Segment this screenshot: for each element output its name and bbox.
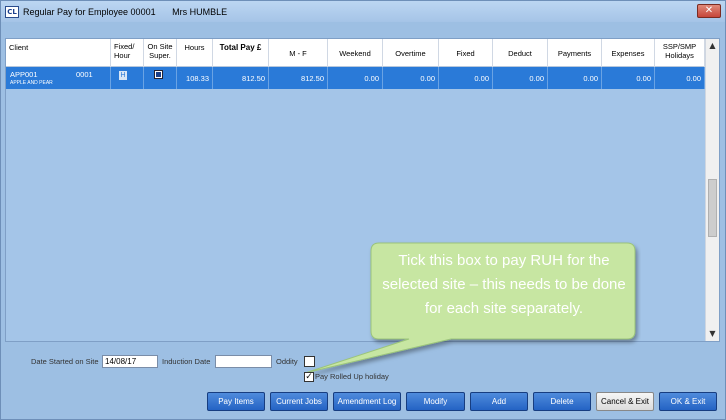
cell-m-f: 812.50 — [269, 67, 328, 89]
cell-overtime: 0.00 — [383, 67, 439, 89]
scroll-up-icon[interactable]: ▲ — [706, 39, 719, 53]
header-overtime[interactable]: Overtime — [383, 39, 439, 67]
title-bar[interactable]: CL Regular Pay for Employee 00001 Mrs HU… — [1, 1, 725, 22]
header-ssp-smp[interactable]: SSP/SMP Holidays — [655, 39, 705, 67]
modify-button[interactable]: Modify — [406, 392, 465, 411]
grid-header: Client Fixed/ Hour On Site Super. Hours … — [6, 39, 705, 67]
client-name: APPLE AND PEAR — [10, 80, 53, 86]
header-expenses[interactable]: Expenses — [602, 39, 655, 67]
date-started-field[interactable]: 14/08/17 — [102, 355, 158, 368]
date-started-label: Date Started on Site — [31, 357, 99, 366]
induction-date-label: Induction Date — [162, 357, 211, 366]
client-number: 0001 — [76, 70, 93, 79]
cell-payments: 0.00 — [548, 67, 602, 89]
callout-text: Tick this box to pay RUH for the selecte… — [382, 252, 626, 317]
employee-name: Mrs HUMBLE — [172, 6, 228, 17]
pay-items-button[interactable]: Pay Items — [207, 392, 265, 411]
cell-weekend: 0.00 — [328, 67, 383, 89]
cell-deduct: 0.00 — [493, 67, 548, 89]
header-total-pay[interactable]: Total Pay £ — [213, 39, 269, 67]
add-button[interactable]: Add — [470, 392, 528, 411]
table-row[interactable]: APP001 0001 APPLE AND PEAR H 108.33 812.… — [6, 67, 705, 89]
pay-rolled-up-holiday-checkbox[interactable]: ✓ — [304, 372, 314, 382]
header-m-f[interactable]: M - F — [269, 39, 328, 67]
header-weekend[interactable]: Weekend — [328, 39, 383, 67]
on-site-super-checkbox[interactable] — [154, 70, 163, 79]
regular-pay-window: CL Regular Pay for Employee 00001 Mrs HU… — [0, 0, 726, 420]
cell-ssp-smp: 0.00 — [655, 67, 705, 89]
header-deduct[interactable]: Deduct — [493, 39, 548, 67]
window-title-text: Regular Pay for Employee 00001 — [23, 6, 156, 17]
oddity-label: Oddity — [276, 357, 298, 366]
header-fixed[interactable]: Fixed — [439, 39, 493, 67]
cancel-exit-button[interactable]: Cancel & Exit — [596, 392, 654, 411]
cell-fixed: 0.00 — [439, 67, 493, 89]
header-fixed-hour[interactable]: Fixed/ Hour — [111, 39, 144, 67]
cell-on-site-super[interactable] — [144, 67, 177, 89]
header-client[interactable]: Client — [6, 39, 111, 67]
scroll-down-icon[interactable]: ▼ — [706, 327, 719, 341]
scroll-thumb[interactable] — [708, 179, 717, 237]
fixed-hour-value: H — [119, 71, 127, 80]
cell-total-pay: 812.50 — [213, 67, 269, 89]
delete-button[interactable]: Delete — [533, 392, 591, 411]
window-title: Regular Pay for Employee 00001 Mrs HUMBL… — [23, 7, 241, 17]
ok-exit-button[interactable]: OK & Exit — [659, 392, 717, 411]
client-code: APP001 — [10, 70, 38, 79]
app-logo-icon: CL — [5, 5, 19, 18]
header-hours[interactable]: Hours — [177, 39, 213, 67]
cell-expenses: 0.00 — [602, 67, 655, 89]
amendment-log-button[interactable]: Amendment Log — [333, 392, 401, 411]
header-on-site-super[interactable]: On Site Super. — [144, 39, 177, 67]
induction-date-field[interactable] — [215, 355, 272, 368]
pay-rolled-up-holiday-label: Pay Rolled Up holiday — [315, 372, 389, 381]
cell-fixed-hour[interactable]: H — [111, 67, 144, 89]
current-jobs-button[interactable]: Current Jobs — [270, 392, 328, 411]
close-icon[interactable]: ✕ — [697, 4, 721, 18]
vertical-scrollbar[interactable]: ▲ ▼ — [705, 39, 719, 341]
header-payments[interactable]: Payments — [548, 39, 602, 67]
cell-client: APP001 0001 APPLE AND PEAR — [6, 67, 111, 89]
cell-hours: 108.33 — [177, 67, 213, 89]
oddity-checkbox[interactable] — [304, 356, 315, 367]
